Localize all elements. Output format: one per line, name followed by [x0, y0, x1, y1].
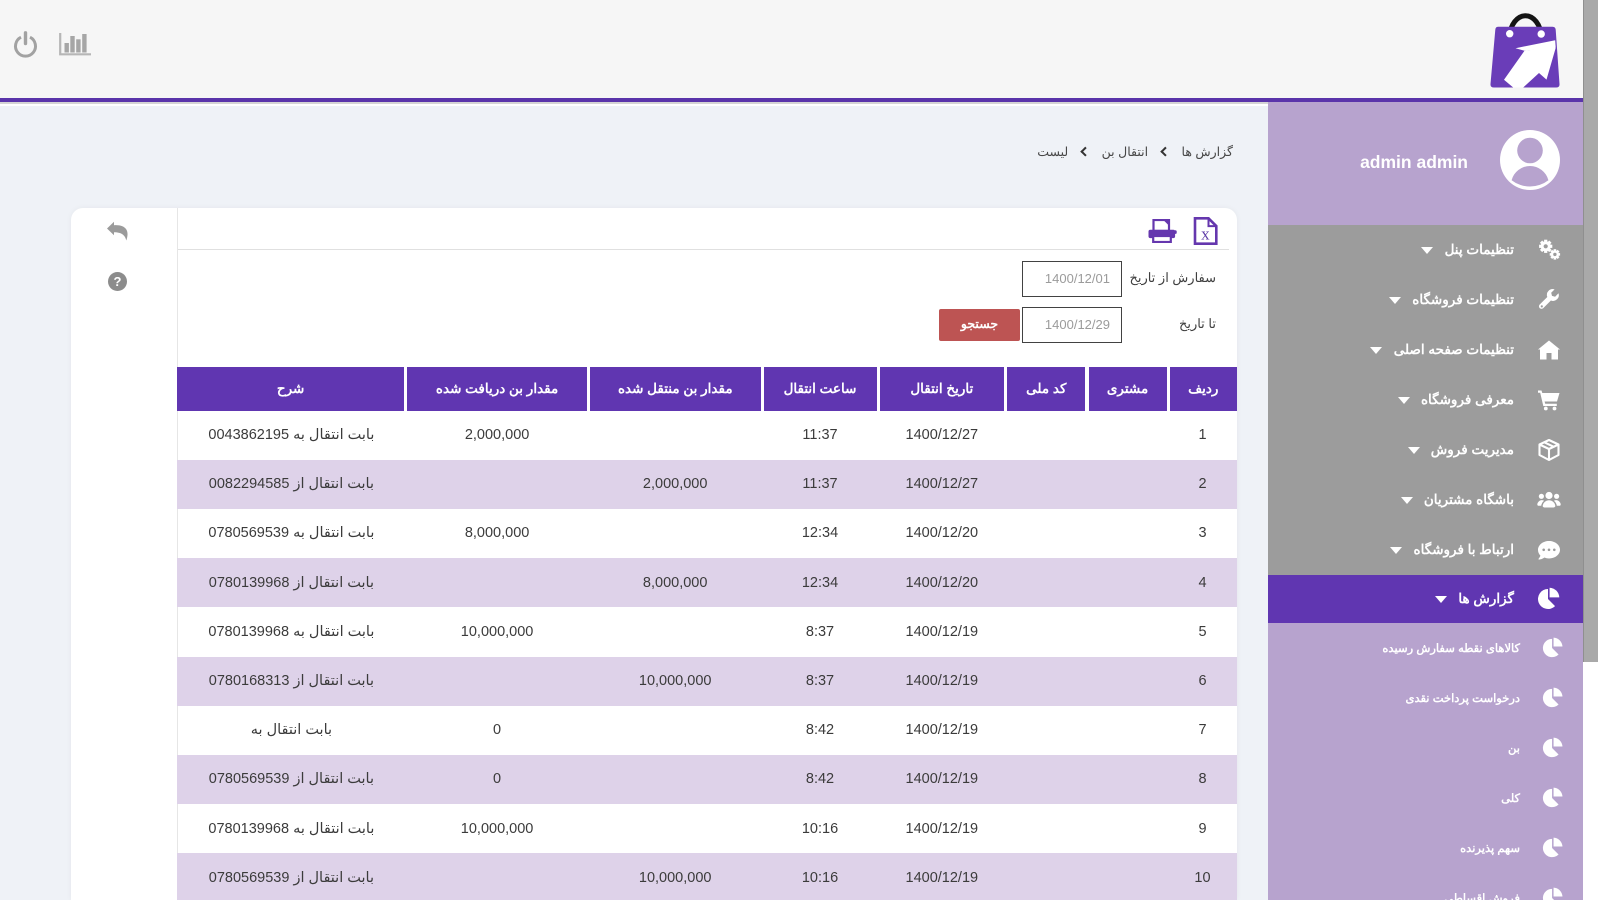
svg-text:?: ? [114, 274, 122, 289]
svg-text:x: x [1201, 225, 1210, 244]
